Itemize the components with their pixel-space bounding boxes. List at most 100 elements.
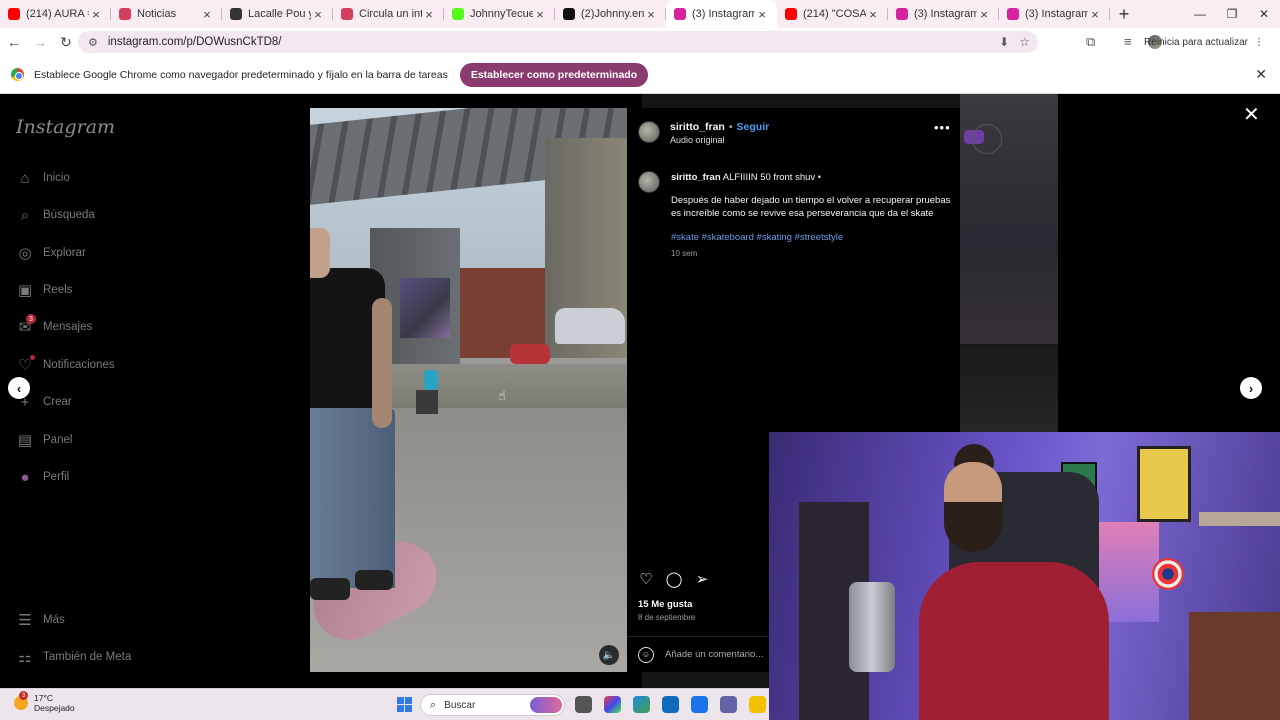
post-video[interactable]: ☝ 🔈 bbox=[310, 108, 627, 672]
close-window-icon[interactable]: ✕ bbox=[1248, 0, 1280, 28]
avatar[interactable] bbox=[638, 171, 660, 193]
windows-taskbar: 3 17°C Despejado ⌕ Buscar bbox=[0, 688, 769, 720]
browser-tab[interactable]: (3) Instagram × bbox=[999, 0, 1110, 28]
task-view-icon[interactable] bbox=[575, 696, 592, 713]
follow-button[interactable]: Seguir bbox=[737, 121, 770, 133]
sidebar-item-mensajes[interactable]: ✉ 3 Mensajes bbox=[16, 314, 92, 338]
home-icon: ⌂ bbox=[20, 169, 30, 187]
search-highlight-icon bbox=[530, 697, 562, 713]
caption-text: Después de haber dejado un tiempo el vol… bbox=[671, 195, 951, 219]
tab-close-icon[interactable]: × bbox=[533, 7, 547, 22]
new-tab-button[interactable]: + bbox=[1110, 0, 1138, 28]
browser-tab[interactable]: (3) Instagram × bbox=[888, 0, 999, 28]
taskbar-search-label: Buscar bbox=[444, 699, 476, 711]
copilot-icon[interactable] bbox=[604, 696, 621, 713]
more-options-icon[interactable]: ••• bbox=[934, 120, 951, 135]
cam-microphone bbox=[849, 582, 895, 672]
menu-kebab-icon: ⋮ bbox=[1254, 36, 1264, 48]
instagram-icon bbox=[1007, 8, 1019, 20]
browser-tab[interactable]: JohnnyTecuento× bbox=[444, 0, 555, 28]
avatar[interactable] bbox=[638, 121, 660, 143]
close-modal-icon[interactable]: ✕ bbox=[1243, 102, 1260, 127]
site-info-icon[interactable]: ⚙ bbox=[88, 36, 98, 49]
media-controls-icon[interactable]: ≡ bbox=[1124, 34, 1132, 49]
video-graffiti bbox=[400, 278, 450, 338]
outlook-icon[interactable] bbox=[662, 696, 679, 713]
taskbar-search[interactable]: ⌕ Buscar bbox=[420, 694, 565, 716]
sidebar-item-label: Explorar bbox=[43, 247, 86, 259]
teams-icon[interactable] bbox=[720, 696, 737, 713]
tab-close-icon[interactable]: × bbox=[422, 7, 436, 22]
sidebar-item-reels[interactable]: ▣ Reels bbox=[16, 279, 73, 301]
next-post-arrow-icon[interactable]: › bbox=[1240, 377, 1262, 399]
tab-close-icon[interactable]: × bbox=[311, 7, 325, 22]
post-username[interactable]: siritto_fran bbox=[670, 121, 725, 133]
tab-separator bbox=[1109, 8, 1110, 20]
mute-icon[interactable]: 🔈 bbox=[599, 645, 619, 665]
instagram-icon bbox=[674, 8, 686, 20]
tab-close-icon[interactable]: × bbox=[1088, 7, 1102, 22]
previous-post-arrow-icon[interactable]: ‹ bbox=[8, 377, 30, 399]
cam-poster bbox=[1137, 446, 1191, 522]
edge-icon[interactable] bbox=[633, 696, 650, 713]
sidebar-item-label: Inicio bbox=[43, 172, 70, 184]
back-icon[interactable]: ← bbox=[2, 30, 26, 54]
browser-tab[interactable]: Noticias × bbox=[111, 0, 222, 28]
caption-username[interactable]: siritto_fran bbox=[671, 172, 721, 183]
comment-input[interactable]: Añade un comentario... bbox=[665, 649, 763, 660]
likes-count[interactable]: 15 Me gusta bbox=[638, 599, 692, 610]
background-thumbnail bbox=[960, 346, 1058, 436]
browser-tab[interactable]: (214) "COSAS DE× bbox=[777, 0, 888, 28]
background-bike bbox=[972, 124, 1002, 154]
instagram-logo[interactable]: Instagram bbox=[16, 116, 115, 138]
sidebar-item-notificaciones[interactable]: ♡ Notificaciones bbox=[16, 354, 115, 376]
browser-tab[interactable]: Circula un intento× bbox=[333, 0, 444, 28]
reload-icon[interactable]: ↻ bbox=[54, 30, 78, 54]
cam-person-shirt bbox=[919, 562, 1109, 720]
sidebar-item-panel[interactable]: ▤ Panel bbox=[16, 429, 73, 451]
emoji-icon[interactable]: ☺ bbox=[638, 646, 654, 663]
cam-shelf bbox=[1199, 512, 1280, 526]
hashtags[interactable]: #skate #skateboard #skating #streetstyle bbox=[671, 232, 843, 243]
extensions-icon[interactable]: ⧉ bbox=[1086, 34, 1095, 50]
file-explorer-icon[interactable] bbox=[749, 696, 766, 713]
search-icon: ⌕ bbox=[430, 698, 437, 711]
browser-tab[interactable]: Lacalle Pou y Cor× bbox=[222, 0, 333, 28]
tab-close-icon[interactable]: × bbox=[200, 7, 214, 22]
tab-close-icon[interactable]: × bbox=[977, 7, 991, 22]
tab-close-icon[interactable]: × bbox=[755, 7, 769, 22]
windows-start-icon[interactable] bbox=[397, 697, 412, 712]
dashboard-icon: ▤ bbox=[17, 432, 33, 449]
sidebar-item-búsqueda[interactable]: ⌕ Búsqueda bbox=[16, 204, 95, 226]
store-icon[interactable] bbox=[691, 696, 708, 713]
tab-close-icon[interactable]: × bbox=[644, 7, 658, 22]
weather-widget[interactable]: 3 17°C Despejado bbox=[14, 691, 75, 713]
audio-label[interactable]: Audio original bbox=[670, 135, 725, 145]
sidebar-item-perfil[interactable]: ● Perfil bbox=[16, 466, 69, 488]
install-app-icon[interactable]: ⬇ bbox=[999, 35, 1009, 49]
video-car bbox=[555, 308, 625, 344]
minimize-icon[interactable]: — bbox=[1184, 0, 1216, 28]
sidebar-item-meta[interactable]: ⚏ También de Meta bbox=[16, 646, 131, 668]
browser-tab[interactable]: (2)Johnny.enkick× bbox=[555, 0, 666, 28]
sidebar-item-explorar[interactable]: ◎ Explorar bbox=[16, 242, 86, 264]
restore-icon[interactable]: ❐ bbox=[1216, 0, 1248, 28]
infobar-close-icon[interactable]: ✕ bbox=[1255, 66, 1267, 83]
browser-tab[interactable]: (214) AURA = ∞∞× bbox=[0, 0, 111, 28]
browser-tab[interactable]: (3) Instagram × bbox=[666, 0, 777, 28]
comment-icon[interactable]: ◯ bbox=[666, 571, 683, 588]
update-button[interactable]: Reinicia para actualizar ⋮ bbox=[1138, 32, 1270, 52]
url-bar[interactable]: ⚙ instagram.com/p/DOWusnCkTD8/ ⬇ ☆ bbox=[78, 31, 1038, 53]
like-heart-icon[interactable]: ♡ bbox=[638, 571, 654, 588]
forward-icon[interactable]: → bbox=[28, 30, 52, 54]
tab-close-icon[interactable]: × bbox=[89, 7, 103, 22]
tab-close-icon[interactable]: × bbox=[866, 7, 880, 22]
weather-temperature: 17°C bbox=[34, 693, 53, 703]
bookmark-star-icon[interactable]: ☆ bbox=[1019, 35, 1030, 49]
sidebar-item-inicio[interactable]: ⌂ Inicio bbox=[16, 167, 70, 189]
share-icon[interactable]: ➢ bbox=[694, 571, 710, 588]
tab-title: (214) AURA = ∞∞ bbox=[26, 8, 89, 20]
set-default-button[interactable]: Establecer como predeterminado bbox=[459, 62, 649, 87]
weather-badge: 3 bbox=[19, 691, 28, 700]
sidebar-item-more[interactable]: ☰ Más bbox=[16, 609, 64, 631]
